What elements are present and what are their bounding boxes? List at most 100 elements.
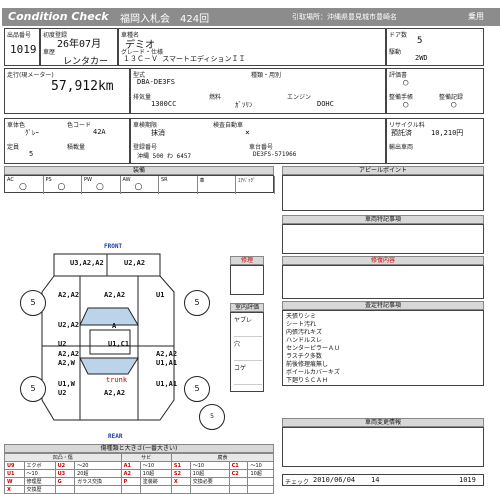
legend-cell: C1 <box>228 461 249 470</box>
spare-tire: 5 <box>199 404 225 430</box>
label: 燃料 <box>209 94 222 101</box>
repair-box <box>282 265 484 299</box>
legend-cell: C2 <box>228 469 249 478</box>
legend-cell: 20超 <box>74 469 122 478</box>
label: 走行(現メーター) <box>7 72 54 79</box>
equipment-item: 革 <box>198 176 236 194</box>
lot-number: 1019 <box>459 476 476 484</box>
damage-label: U1 <box>156 291 165 299</box>
equipment-title: 装備 <box>4 166 274 175</box>
docs-cell: 評価書 ○ 整備手帳 ○ 整備記録 ○ <box>386 68 484 114</box>
label: 色コード <box>67 122 92 129</box>
legend-cell: S1 <box>170 461 191 470</box>
legend-header-row: 凹凸・傷 サビ 腐食 <box>4 453 275 462</box>
spec-cell: 型式 DBA-DE3FS 種類・用別 排気量 1300CC 燃料 ｶﾞｿﾘﾝ エ… <box>130 68 386 114</box>
equipment-item: AW ○ <box>121 176 159 194</box>
appeal-title: アピールポイント <box>282 166 484 175</box>
trunk-label: trunk <box>106 376 128 384</box>
equipment-label: 革 <box>199 178 205 184</box>
damage-label: U2 <box>58 340 67 348</box>
label: 定員 <box>7 144 20 151</box>
pickup-location: 引取場所：沖縄県豊見城市豊崎名 <box>292 13 397 21</box>
legend-cell: A2 <box>120 469 141 478</box>
side-repair-title: 修理 <box>230 256 264 265</box>
legend-header: 凹凸・傷 <box>4 453 122 462</box>
legend-cell: ～10 <box>139 461 172 470</box>
inspection-cell: 車検期限 抹消 検査自動車 × 登録番号 沖縄 500 わ 6457 車台番号 … <box>130 118 386 164</box>
inspector-notes-title: 査定特記事項 <box>282 301 484 310</box>
legend-cell <box>228 477 249 486</box>
maintenance-notebook: ○ <box>403 100 409 110</box>
label: 検査自動車 <box>213 122 244 129</box>
footer-bar: チェック 2010/06/04 14 1019 <box>282 474 484 486</box>
model-cell: 車種名 デミオ グレード・仕様 １３Ｃ－Ｖ スマートエディションＩＩ <box>118 28 386 66</box>
evaluation-sheet: ○ <box>403 78 409 88</box>
label: 積載量 <box>67 144 86 151</box>
mileage: 57,912km <box>51 79 114 94</box>
legend-cell: エクボ <box>23 461 56 470</box>
legend-header: サビ <box>120 453 172 462</box>
label: 排気量 <box>133 94 152 101</box>
maintenance-record: ○ <box>451 100 457 110</box>
damage-label: U1,W <box>58 380 75 388</box>
exhibit-no-cell: 出品番号 1019 <box>4 28 40 66</box>
equipment-label: PW <box>84 177 92 183</box>
legend-cell: ～10 <box>23 469 56 478</box>
legend-row: U1 ～10 U3 20超 A2 10超 S2 10超 C2 10超 <box>4 469 274 478</box>
body-color: ｸﾞﾚｰ <box>25 129 39 137</box>
tire-tread: 5 <box>184 376 210 402</box>
legend-cell: 10超 <box>247 469 274 478</box>
header-title: Condition Check <box>8 10 109 23</box>
legend-cell: U9 <box>4 461 25 470</box>
damage-label: A2,W <box>58 359 75 367</box>
legend-cell: ～10 <box>247 461 274 470</box>
side-repair-box <box>230 265 264 295</box>
first-reg-cell: 初度登録 26年07月 車歴 レンタカー <box>40 28 118 67</box>
inspector-note: 下廻りＳＣＡＨ <box>286 377 329 384</box>
equipment-item: PW ○ <box>82 176 121 194</box>
drive: 2WD <box>415 54 428 62</box>
equipment-label: ｴｱﾊﾞｯｸﾞ <box>238 178 256 184</box>
fuel: ｶﾞｿﾘﾝ <box>235 101 253 109</box>
legend-cell <box>74 485 122 494</box>
label: 整備手帳 <box>389 94 414 101</box>
label: エンジン <box>287 94 312 101</box>
legend-cell: S2 <box>170 469 191 478</box>
equipment-item: PS ○ <box>44 176 82 194</box>
displacement: 1300CC <box>151 100 177 108</box>
label: 車歴 <box>43 49 56 56</box>
inspector-note: シート汚れ <box>286 321 317 328</box>
legend-cell: ～10 <box>189 461 230 470</box>
inspector-note: ハンドルスレ <box>286 337 323 344</box>
equipment-item: ｴｱﾊﾞｯｸﾞ <box>236 176 275 194</box>
label: ドア数 <box>389 32 408 39</box>
legend-cell: U2 <box>54 461 76 470</box>
legend-cell: 塗装跡 <box>139 477 172 486</box>
legend-cell <box>189 485 230 494</box>
legend-cell: A1 <box>120 461 141 470</box>
equipment-value: ○ <box>57 182 66 192</box>
engine: DOHC <box>317 100 334 108</box>
damage-label: A2,A2 <box>58 291 80 299</box>
legend-cell: W <box>4 477 25 486</box>
damage-label: U2 <box>58 389 67 397</box>
type-code: DBA-DE3FS <box>137 78 175 86</box>
damage-label: U1,C1 <box>108 340 130 348</box>
legend-row: X 交換歴 <box>4 485 274 494</box>
equipment-value: ○ <box>134 182 143 192</box>
inspector-note: ボイールカバーキズ <box>286 369 340 376</box>
front-label: FRONT <box>104 243 123 250</box>
capacity: 5 <box>29 150 34 158</box>
label: 駆動 <box>389 49 402 56</box>
interior-item: ヤブレ <box>234 315 262 337</box>
label: 車体色 <box>7 122 26 129</box>
legend-cell: 10超 <box>139 469 172 478</box>
damage-label: U1,A1 <box>156 380 178 388</box>
legend-cell: ～20 <box>74 461 122 470</box>
legend-row: W 修理歴 G ガラス交換 P 塗装跡 X 交換必要 <box>4 477 274 486</box>
interior-title: 室内評価 <box>230 303 264 312</box>
chassis-no: DE3FS-571966 <box>253 151 297 158</box>
inspector-note: センターピラーＡＵ <box>286 345 341 352</box>
rear-label: REAR <box>108 433 123 440</box>
label: 出品番号 <box>7 32 32 39</box>
